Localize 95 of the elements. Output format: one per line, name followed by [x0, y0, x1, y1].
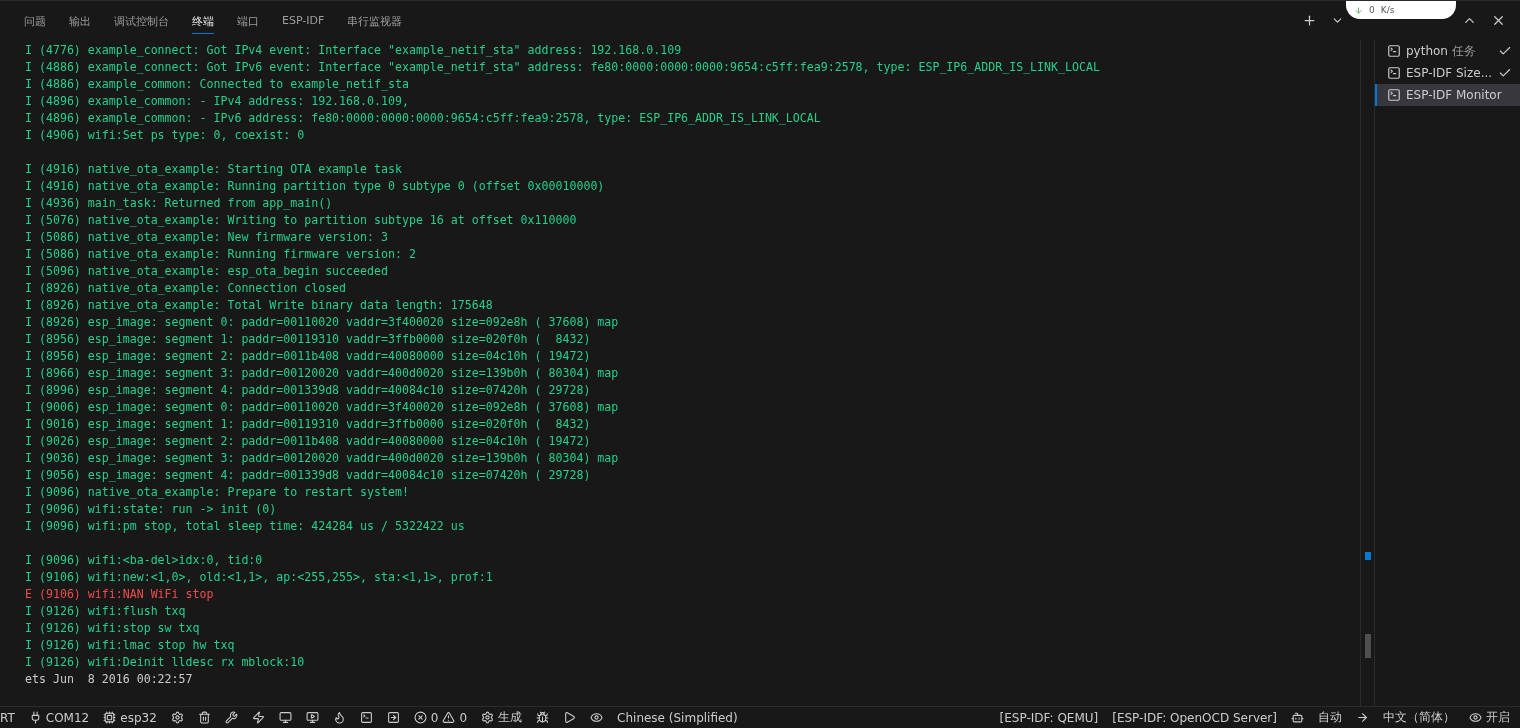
settings-icon: [481, 711, 495, 724]
warning-count: 0: [459, 710, 468, 725]
log-line: I (8956) esp_image: segment 2: paddr=0011b408 vaddr=40080000 size=04c10h ( 19472): [25, 348, 592, 365]
status-item[interactable]: 中文（简体）: [1383, 709, 1455, 726]
warning-icon: [442, 711, 456, 724]
log-line: I (8926) native_ota_example: Connection closed: [25, 280, 348, 297]
new-terminal-icon[interactable]: [1302, 13, 1317, 28]
log-line: I (4936) main_task: Returned from app_main(): [25, 195, 334, 212]
log-line: I (9126) wifi:Deinit lldesc rx mblock:10: [25, 654, 306, 671]
log-line: I (9126) wifi:stop sw txq: [25, 620, 201, 637]
status-label: 开启: [1486, 709, 1510, 726]
settings-icon[interactable]: [170, 711, 184, 724]
status-label: 生成: [498, 709, 523, 726]
terminal-name: python 任务: [1406, 42, 1477, 60]
trash-icon[interactable]: [197, 711, 211, 724]
terminal-icon: [1387, 44, 1401, 58]
log-line: I (4886) example_common: Connected to example_netif_sta: [25, 76, 410, 93]
log-line: I (5086) native_ota_example: New firmware version: 3: [25, 229, 389, 246]
terminal-list-item[interactable]: ESP-IDF Size...: [1375, 62, 1520, 84]
log-line: I (9006) esp_image: segment 0: paddr=00110020 vaddr=3f400020 size=092e8h ( 37608) map: [25, 399, 620, 416]
play-screen-icon[interactable]: [305, 711, 319, 724]
log-line: I (9126) wifi:lmac stop hw txq: [25, 637, 236, 654]
terminal-name: ESP-IDF Monitor: [1406, 88, 1503, 102]
scrollbar-thumb[interactable]: [1365, 634, 1371, 658]
chip-icon: [103, 711, 117, 724]
scroll-marker: [1365, 552, 1371, 560]
panel-tab[interactable]: 问题: [24, 7, 46, 34]
log-line: I (9096) wifi:<ba-del>idx:0, tid:0: [25, 552, 264, 569]
log-line: I (8996) esp_image: segment 4: paddr=001339d8 vaddr=40084c10 size=07420h ( 29728): [25, 382, 592, 399]
robot-icon[interactable]: [1291, 711, 1304, 724]
arrow-right-icon[interactable]: [1356, 711, 1369, 724]
panel-tab[interactable]: ESP-IDF: [282, 7, 325, 34]
log-line: I (4906) wifi:Set ps type: 0, coexist: 0: [25, 127, 306, 144]
log-line: I (9126) wifi:flush txq: [25, 603, 187, 620]
error-icon: [413, 711, 427, 724]
log-line: I (9016) esp_image: segment 1: paddr=00119310 vaddr=3ffb0000 size=020f0h ( 8432): [25, 416, 592, 433]
log-line: I (9036) esp_image: segment 3: paddr=00120020 vaddr=400d0020 size=139b0h ( 80304) map: [25, 450, 620, 467]
terminal-list-item[interactable]: ESP-IDF Monitor: [1375, 84, 1520, 106]
log-line: I (9056) esp_image: segment 4: paddr=001339d8 vaddr=40084c10 size=07420h ( 29728): [25, 467, 592, 484]
bug-icon[interactable]: [536, 711, 550, 724]
log-line: I (4886) example_connect: Got IPv6 event: Interface "example_netif_sta" address: fe80:0000:0000:0000:9654:c5ff:fea9:2578, type: ESP_IP6_ADDR_IS_LINK_LOCAL: [25, 59, 1101, 76]
status-item[interactable]: 开启: [1469, 709, 1510, 726]
status-label: esp32: [120, 710, 157, 725]
status-item[interactable]: RT: [0, 710, 15, 725]
log-line: I (9026) esp_image: segment 2: paddr=0011b408 vaddr=40080000 size=04c10h ( 19472): [25, 433, 592, 450]
terminal-icon: [1387, 88, 1401, 102]
panel-tab[interactable]: 终端: [192, 7, 214, 34]
status-item[interactable]: [ESP-IDF: OpenOCD Server]: [1112, 710, 1277, 725]
flame-icon[interactable]: [332, 711, 346, 724]
log-line: I (9096) wifi:state: run -> init (0): [25, 501, 278, 518]
error-count: 0: [430, 710, 439, 725]
status-item[interactable]: 生成: [481, 709, 523, 726]
log-line: I (5086) native_ota_example: Running firmware version: 2: [25, 246, 417, 263]
status-item[interactable]: COM12: [28, 710, 90, 725]
close-icon[interactable]: [1491, 13, 1506, 28]
terminal-icon: [1387, 66, 1401, 80]
terminal-name: ESP-IDF Size...: [1406, 66, 1493, 80]
log-line: I (4896) example_common: - IPv4 address: 192.168.0.109,: [25, 93, 410, 110]
panel-tab[interactable]: 串行监视器: [347, 7, 403, 34]
wrench-icon[interactable]: [224, 711, 238, 724]
log-line: I (5096) native_ota_example: esp_ota_begin succeeded: [25, 263, 389, 280]
speed-unit: K/s: [1380, 5, 1395, 15]
log-line: I (8926) native_ota_example: Total Write binary data length: 175648: [25, 297, 494, 314]
error-log-line: E (9106) wifi:NAN WiFi stop: [25, 586, 215, 603]
arrow-box-icon[interactable]: [386, 711, 400, 724]
status-item[interactable]: 自动: [1318, 709, 1342, 726]
status-item[interactable]: esp32: [103, 710, 157, 725]
download-icon: [1354, 5, 1363, 15]
log-line: I (8966) esp_image: segment 3: paddr=00120020 vaddr=400d0020 size=139b0h ( 80304) map: [25, 365, 620, 382]
terminal-icon[interactable]: [359, 711, 373, 724]
log-line: I (4916) native_ota_example: Starting OTA example task: [25, 161, 403, 178]
terminal-list-item[interactable]: python 任务: [1375, 40, 1520, 62]
log-line: I (9096) wifi:pm stop, total sleep time: 424284 us / 5322422 us: [25, 518, 466, 535]
panel-tab[interactable]: 调试控制台: [114, 7, 169, 34]
speed-value: 0: [1369, 5, 1375, 15]
play-icon[interactable]: [563, 711, 577, 724]
log-line: I (5076) native_ota_example: Writing to partition subtype 16 at offset 0x110000: [25, 212, 578, 229]
log-line: ets Jun 8 2016 00:22:57: [25, 671, 194, 688]
eye-icon[interactable]: [590, 711, 604, 724]
log-line: I (4896) example_common: - IPv6 address: fe80:0000:0000:0000:9654:c5ff:fea9:2578, type: ESP_IP6_ADDR_IS_LINK_LOCAL: [25, 110, 822, 127]
log-line: I (8926) esp_image: segment 0: paddr=00110020 vaddr=3f400020 size=092e8h ( 37608) map: [25, 314, 620, 331]
monitor-icon[interactable]: [278, 711, 292, 724]
log-line: I (8956) esp_image: segment 1: paddr=00119310 vaddr=3ffb0000 size=020f0h ( 8432): [25, 331, 592, 348]
status-item[interactable]: Chinese (Simplified): [617, 710, 738, 725]
status-item[interactable]: [ESP-IDF: QEMU]: [999, 710, 1099, 725]
problems-indicator[interactable]: 0 0: [413, 710, 468, 725]
panel-tab[interactable]: 输出: [69, 7, 91, 34]
panel-tab[interactable]: 端口: [237, 7, 259, 34]
eye-icon: [1469, 711, 1482, 724]
log-line: I (4776) example_connect: Got IPv4 event: Interface "example_netif_sta" address: 192.168.0.109: [25, 42, 683, 59]
log-line: I (9106) wifi:new:<1,0>, old:<1,1>, ap:<255,255>, sta:<1,1>, prof:1: [25, 569, 494, 586]
log-line: I (9096) native_ota_example: Prepare to restart system!: [25, 484, 410, 501]
lightning-icon[interactable]: [251, 711, 265, 724]
log-line: I (4916) native_ota_example: Running partition type 0 subtype 0 (offset 0x00010000): [25, 178, 606, 195]
status-label: COM12: [45, 710, 90, 725]
